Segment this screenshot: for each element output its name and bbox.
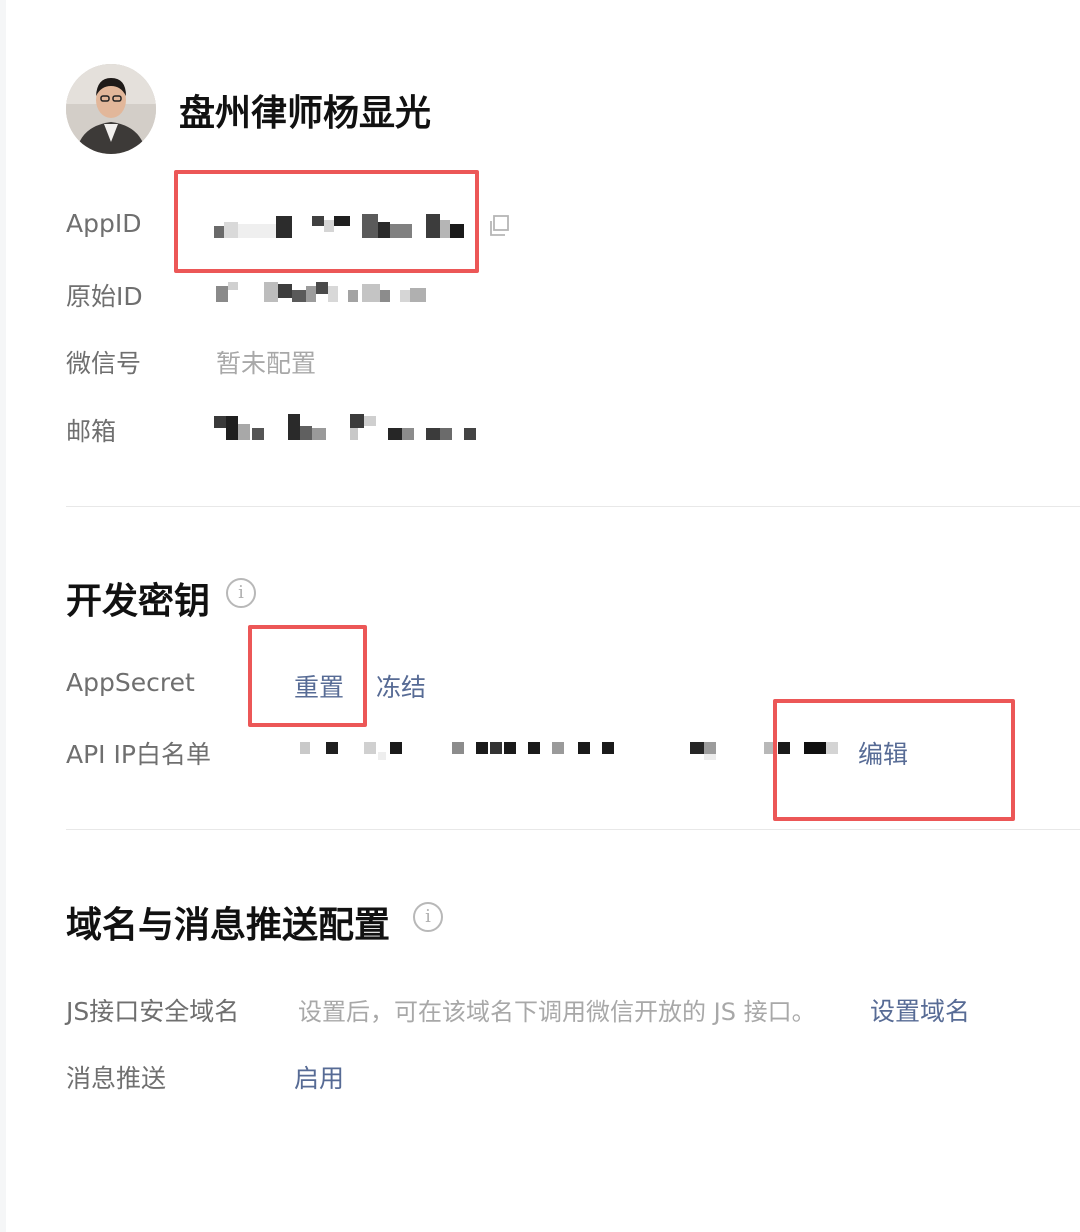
original-id-value-mosaic — [216, 282, 426, 302]
copy-icon[interactable] — [487, 214, 511, 238]
email-value-mosaic — [214, 414, 476, 440]
email-label: 邮箱 — [66, 417, 117, 446]
domain-section-title: 域名与消息推送配置 — [66, 905, 391, 946]
avatar — [66, 64, 156, 154]
js-domain-label: JS接口安全域名 — [66, 997, 240, 1026]
account-name: 盘州律师杨显光 — [179, 93, 432, 134]
appid-value-mosaic — [214, 214, 464, 238]
push-label: 消息推送 — [66, 1064, 167, 1093]
original-id-label: 原始ID — [66, 282, 143, 311]
edit-button[interactable]: 编辑 — [858, 735, 908, 771]
ip-whitelist-label: API IP白名单 — [66, 740, 211, 769]
divider — [66, 829, 1080, 830]
freeze-button[interactable]: 冻结 — [376, 668, 426, 704]
enable-push-link[interactable]: 启用 — [294, 1059, 344, 1095]
appid-label: AppID — [66, 209, 142, 238]
left-edge — [0, 0, 6, 1232]
info-icon[interactable]: i — [226, 578, 256, 608]
wechat-id-value: 暂未配置 — [216, 349, 317, 378]
divider — [66, 506, 1080, 507]
js-domain-description: 设置后，可在该域名下调用微信开放的 JS 接口。 — [298, 998, 816, 1026]
wechat-id-label: 微信号 — [66, 349, 142, 378]
info-icon[interactable]: i — [413, 902, 443, 932]
ip-whitelist-value-mosaic — [300, 742, 838, 760]
appsecret-label: AppSecret — [66, 668, 195, 697]
set-domain-link[interactable]: 设置域名 — [870, 992, 970, 1028]
reset-button[interactable]: 重置 — [294, 668, 344, 704]
dev-keys-title: 开发密钥 — [66, 581, 211, 622]
